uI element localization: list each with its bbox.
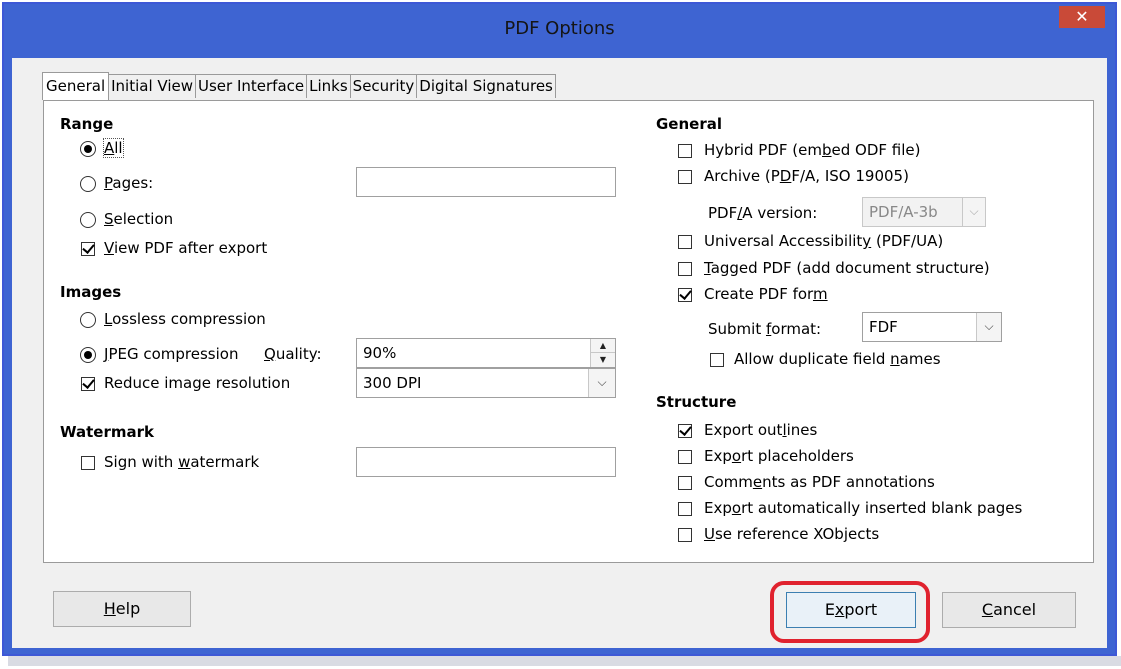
- sign-watermark-checkbox[interactable]: [81, 456, 95, 470]
- tab-user-interface[interactable]: User Interface: [196, 74, 308, 98]
- lossless-compression-radio[interactable]: [80, 312, 96, 328]
- structure-heading: Structure: [656, 393, 737, 411]
- reference-xobjects-checkbox[interactable]: [678, 528, 692, 542]
- archive-pdfa-label[interactable]: Archive (PDF/A, ISO 19005): [704, 167, 909, 185]
- export-blank-pages-checkbox[interactable]: [678, 502, 692, 516]
- cancel-button[interactable]: Cancel: [942, 592, 1076, 628]
- view-after-export-checkbox[interactable]: [81, 242, 95, 256]
- tagged-pdf-label[interactable]: Tagged PDF (add document structure): [704, 259, 990, 277]
- jpeg-compression-radio[interactable]: [80, 347, 96, 363]
- jpeg-compression-label[interactable]: JPEG compression: [104, 345, 238, 363]
- range-all-radio[interactable]: [80, 141, 96, 157]
- universal-accessibility-label[interactable]: Universal Accessibility (PDF/UA): [704, 232, 943, 250]
- create-pdf-form-label[interactable]: Create PDF form: [704, 285, 828, 303]
- watermark-heading: Watermark: [60, 423, 154, 441]
- view-after-export-label[interactable]: View PDF after export: [104, 239, 267, 257]
- tagged-pdf-checkbox[interactable]: [678, 262, 692, 276]
- hybrid-pdf-checkbox[interactable]: [678, 144, 692, 158]
- reference-xobjects-label[interactable]: Use reference XObjects: [704, 525, 879, 543]
- resolution-value: 300 DPI: [363, 374, 422, 392]
- comments-annotations-label[interactable]: Comments as PDF annotations: [704, 473, 935, 491]
- export-outlines-checkbox[interactable]: [678, 424, 692, 438]
- hybrid-pdf-label[interactable]: Hybrid PDF (embed ODF file): [704, 141, 921, 159]
- spin-down-icon[interactable]: ▼: [591, 353, 615, 367]
- quality-value: 90%: [363, 344, 397, 362]
- range-pages-radio[interactable]: [80, 176, 96, 192]
- window-shadow: [8, 656, 1121, 666]
- help-button[interactable]: Help: [53, 591, 191, 627]
- allow-duplicate-names-label[interactable]: Allow duplicate field names: [734, 350, 941, 368]
- submit-format-combo[interactable]: FDF ⌵: [862, 312, 1002, 342]
- range-pages-label[interactable]: Pages:: [104, 174, 153, 192]
- export-blank-pages-label[interactable]: Export automatically inserted blank page…: [704, 499, 1022, 517]
- archive-pdfa-checkbox[interactable]: [678, 170, 692, 184]
- pdfa-version-value: PDF/A-3b: [869, 203, 938, 221]
- export-placeholders-label[interactable]: Export placeholders: [704, 447, 854, 465]
- export-outlines-label[interactable]: Export outlines: [704, 421, 817, 439]
- quality-spin-buttons[interactable]: ▲ ▼: [590, 339, 615, 367]
- lossless-compression-label[interactable]: Lossless compression: [104, 310, 266, 328]
- range-all-label[interactable]: All: [103, 138, 124, 158]
- images-heading: Images: [60, 283, 122, 301]
- range-selection-label[interactable]: Selection: [104, 210, 173, 228]
- pdf-options-window: PDF Options ✕ General Initial View User …: [2, 2, 1117, 656]
- sign-watermark-label[interactable]: Sign with watermark: [104, 453, 259, 471]
- tab-security[interactable]: Security: [350, 74, 418, 98]
- comments-annotations-checkbox[interactable]: [678, 476, 692, 490]
- tab-bar: General Initial View User Interface Link…: [42, 72, 556, 100]
- spin-up-icon[interactable]: ▲: [591, 339, 615, 353]
- pdfa-version-combo[interactable]: PDF/A-3b ⌵: [862, 197, 986, 227]
- reduce-resolution-label[interactable]: Reduce image resolution: [104, 374, 290, 392]
- window-title: PDF Options: [504, 18, 615, 39]
- export-placeholders-checkbox[interactable]: [678, 450, 692, 464]
- close-button[interactable]: ✕: [1059, 6, 1105, 28]
- dialog-body: General Initial View User Interface Link…: [12, 58, 1107, 648]
- tab-initial-view[interactable]: Initial View: [109, 74, 196, 98]
- general-heading: General: [656, 115, 722, 133]
- resolution-combo[interactable]: 300 DPI ⌵: [356, 368, 616, 398]
- quality-spinbox[interactable]: 90% ▲ ▼: [356, 338, 616, 368]
- range-heading: Range: [60, 115, 114, 133]
- pages-input[interactable]: [356, 167, 616, 197]
- chevron-down-icon[interactable]: ⌵: [962, 198, 985, 226]
- quality-label: Quality:: [264, 345, 322, 363]
- submit-format-value: FDF: [869, 318, 898, 336]
- reduce-resolution-checkbox[interactable]: [81, 377, 95, 391]
- general-tab-panel: Range All Pages: Selection View PDF afte…: [43, 100, 1094, 563]
- tab-general[interactable]: General: [42, 72, 110, 100]
- universal-accessibility-checkbox[interactable]: [678, 235, 692, 249]
- allow-duplicate-names-checkbox[interactable]: [710, 353, 724, 367]
- tab-links[interactable]: Links: [307, 74, 351, 98]
- pdfa-version-label: PDF/A version:: [708, 204, 818, 222]
- export-highlight-callout: [770, 581, 930, 643]
- tab-digital-signatures[interactable]: Digital Signatures: [417, 74, 556, 98]
- submit-format-label: Submit format:: [708, 320, 822, 338]
- title-bar[interactable]: PDF Options ✕: [4, 4, 1115, 58]
- create-pdf-form-checkbox[interactable]: [678, 288, 692, 302]
- range-selection-radio[interactable]: [80, 212, 96, 228]
- chevron-down-icon[interactable]: ⌵: [588, 369, 615, 397]
- chevron-down-icon[interactable]: ⌵: [976, 313, 1001, 341]
- close-icon: ✕: [1075, 7, 1089, 26]
- watermark-input[interactable]: [356, 447, 616, 477]
